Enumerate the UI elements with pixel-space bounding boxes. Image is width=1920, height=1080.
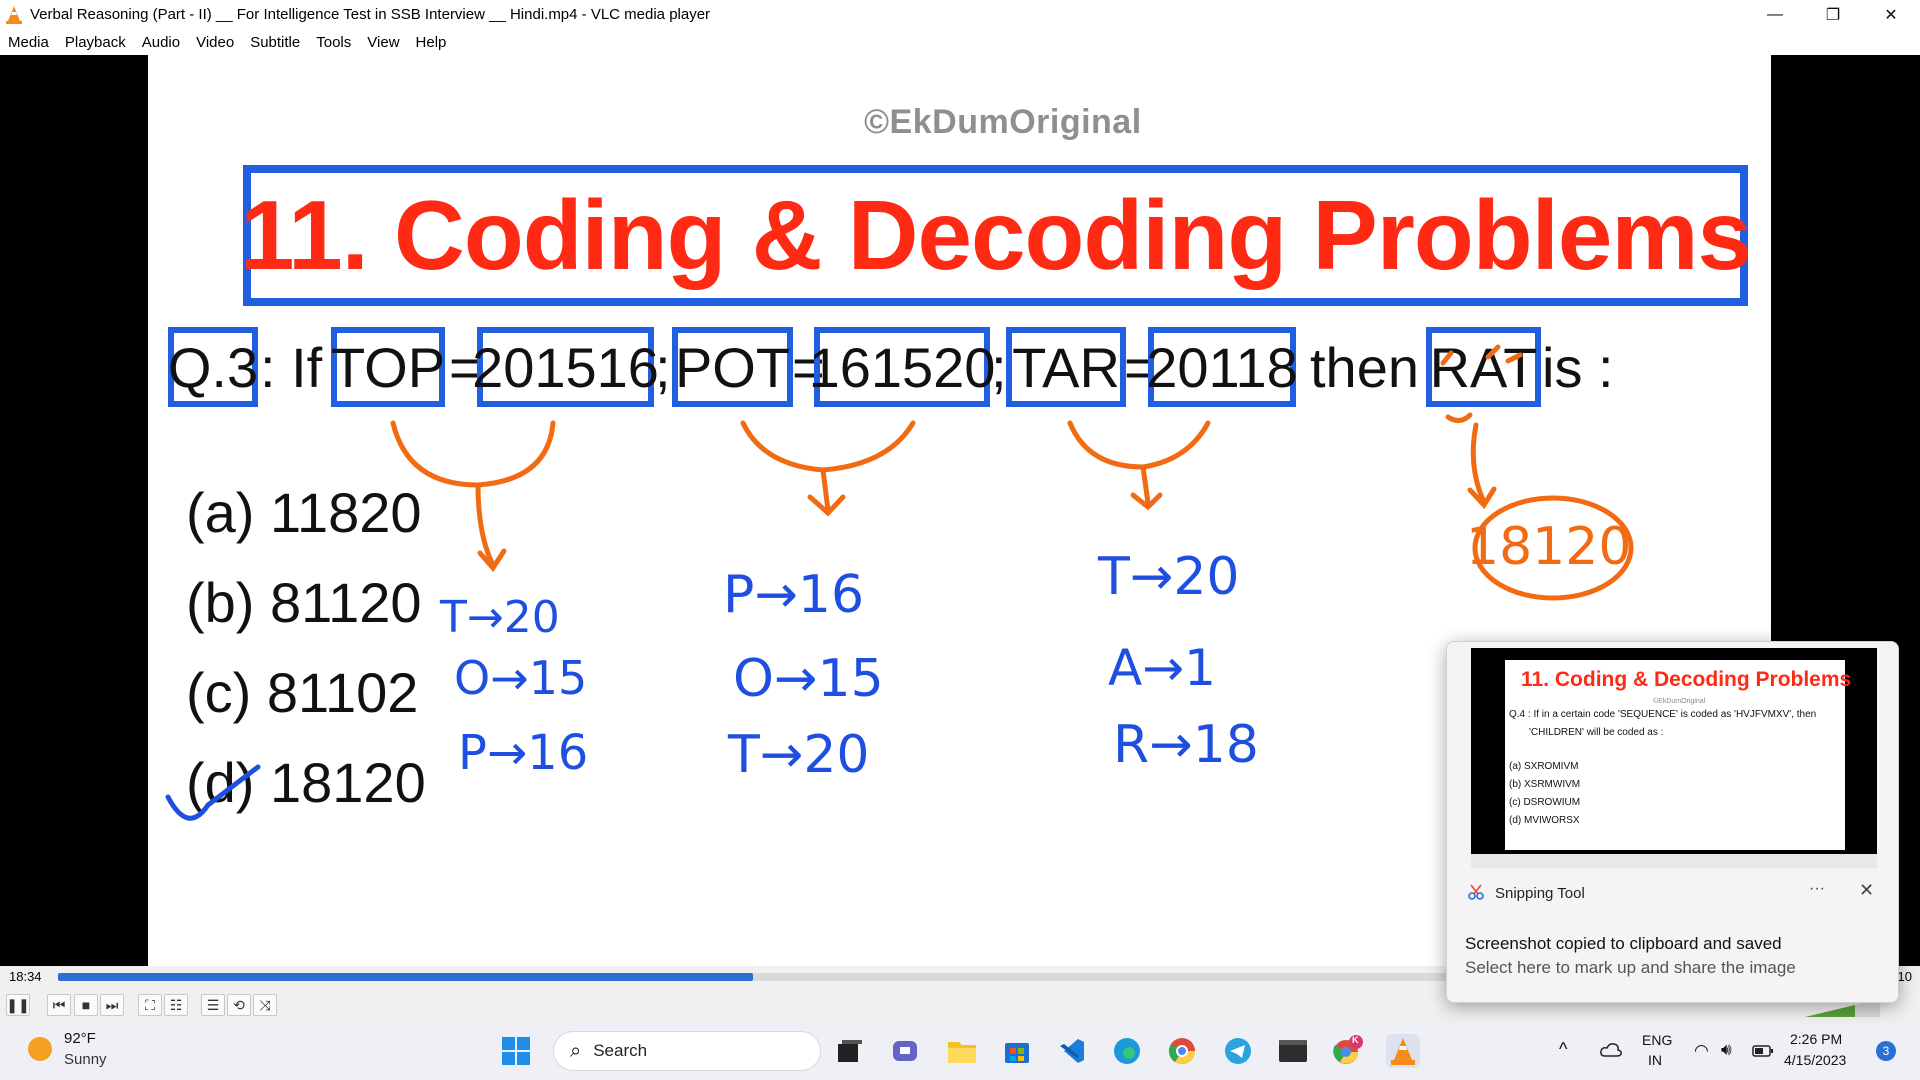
menu-video[interactable]: Video bbox=[188, 34, 242, 51]
windows-logo-icon bbox=[502, 1037, 530, 1065]
weather-condition[interactable]: Sunny bbox=[64, 1051, 107, 1068]
menu-tools[interactable]: Tools bbox=[308, 34, 359, 51]
file-explorer-icon[interactable] bbox=[945, 1034, 979, 1068]
tick-mark bbox=[165, 764, 261, 821]
menu-subtitle[interactable]: Subtitle bbox=[242, 34, 308, 51]
snipping-tool-notification[interactable]: 11. Coding & Decoding Problems ©EkDumOri… bbox=[1446, 641, 1899, 1003]
under-r bbox=[1445, 412, 1473, 423]
toast-app-name: Snipping Tool bbox=[1495, 885, 1585, 902]
accent-1 bbox=[1440, 350, 1454, 366]
thumbnail-question-line1: Q.4 : If in a certain code 'SEQUENCE' is… bbox=[1509, 709, 1817, 720]
search-icon: ⌕ bbox=[570, 1039, 582, 1062]
battery-icon[interactable] bbox=[1752, 1045, 1774, 1057]
menu-bar: Media Playback Audio Video Subtitle Tool… bbox=[0, 29, 1920, 55]
chrome-icon[interactable] bbox=[1165, 1034, 1199, 1068]
title-bar: Verbal Reasoning (Part - II) __ For Inte… bbox=[0, 0, 1920, 29]
clock-date[interactable]: 4/15/2023 bbox=[1784, 1052, 1846, 1068]
elapsed-time: 18:34 bbox=[9, 969, 42, 984]
thumbnail-watermark: ©EkDumOriginal bbox=[1653, 698, 1706, 705]
speaker-icon[interactable]: 🔊︎ bbox=[1721, 1040, 1732, 1060]
menu-media[interactable]: Media bbox=[0, 34, 57, 51]
fullscreen-icon[interactable]: ⛶ bbox=[138, 994, 162, 1016]
restore-button[interactable]: ❐ bbox=[1804, 0, 1862, 29]
edge-icon[interactable] bbox=[1110, 1034, 1144, 1068]
toast-close-icon[interactable]: ✕ bbox=[1859, 880, 1874, 901]
start-button[interactable] bbox=[499, 1034, 533, 1068]
menu-help[interactable]: Help bbox=[408, 34, 455, 51]
arrow-3-shaft bbox=[1140, 464, 1151, 506]
accent-2 bbox=[1485, 344, 1501, 360]
minimize-button[interactable]: — bbox=[1746, 0, 1804, 29]
notification-count-badge[interactable]: 3 bbox=[1876, 1041, 1896, 1061]
weather-sun-icon[interactable] bbox=[28, 1037, 52, 1061]
task-view-icon[interactable] bbox=[833, 1034, 867, 1068]
thumbnail-option-c: (c) DSROWIUM bbox=[1509, 797, 1581, 808]
thumbnail-taskbar bbox=[1471, 854, 1877, 868]
stop-icon[interactable]: ■ bbox=[74, 994, 98, 1016]
language-region[interactable]: IN bbox=[1648, 1052, 1662, 1068]
window-title: Verbal Reasoning (Part - II) __ For Inte… bbox=[30, 6, 711, 23]
wifi-icon[interactable]: ◠ bbox=[1694, 1041, 1709, 1061]
toast-heading: Screenshot copied to clipboard and saved bbox=[1465, 934, 1782, 953]
vlc-window: Verbal Reasoning (Part - II) __ For Inte… bbox=[0, 0, 1920, 1080]
arrow-4-shaft bbox=[1470, 422, 1486, 503]
accent-3 bbox=[1505, 352, 1523, 364]
terminal-icon[interactable] bbox=[1276, 1034, 1310, 1068]
vlc-taskbar-icon[interactable] bbox=[1386, 1034, 1420, 1068]
menu-playback[interactable]: Playback bbox=[57, 34, 134, 51]
show-hidden-icons[interactable]: ^ bbox=[1559, 1039, 1567, 1060]
clock-time[interactable]: 2:26 PM bbox=[1790, 1031, 1842, 1047]
brace-1 bbox=[390, 420, 556, 488]
loop-icon[interactable]: ⟲ bbox=[227, 994, 251, 1016]
snipping-tool-icon bbox=[1468, 884, 1484, 900]
menu-audio[interactable]: Audio bbox=[134, 34, 188, 51]
teams-chat-icon[interactable] bbox=[889, 1034, 923, 1068]
vlc-cone-icon bbox=[6, 5, 22, 24]
menu-view[interactable]: View bbox=[359, 34, 407, 51]
chrome-profile-icon[interactable]: K bbox=[1331, 1034, 1365, 1068]
brace-3 bbox=[1067, 420, 1211, 470]
answer-circle bbox=[1472, 495, 1634, 601]
pause-icon[interactable]: ❚❚ bbox=[6, 994, 30, 1016]
toast-body: Select here to mark up and share the ima… bbox=[1465, 958, 1796, 977]
arrow-2-shaft bbox=[820, 467, 831, 513]
taskbar-search[interactable]: ⌕ Search bbox=[553, 1031, 821, 1071]
previous-icon[interactable]: ⏮ bbox=[47, 994, 71, 1016]
thumbnail-option-a: (a) SXROMIVM bbox=[1509, 761, 1579, 772]
more-options-icon[interactable]: ··· bbox=[1809, 880, 1825, 898]
next-icon[interactable]: ⏭ bbox=[100, 994, 124, 1016]
screenshot-thumbnail[interactable]: 11. Coding & Decoding Problems ©EkDumOri… bbox=[1471, 648, 1877, 868]
thumbnail-heading: 11. Coding & Decoding Problems bbox=[1521, 668, 1852, 691]
microsoft-store-icon[interactable] bbox=[1000, 1034, 1034, 1068]
close-button[interactable]: ✕ bbox=[1862, 0, 1920, 29]
brace-2 bbox=[740, 420, 916, 473]
onedrive-icon[interactable] bbox=[1600, 1042, 1622, 1058]
seek-progress bbox=[58, 973, 754, 981]
total-time: 10 bbox=[1897, 969, 1912, 984]
thumbnail-question-line2: 'CHILDREN' will be coded as : bbox=[1529, 727, 1664, 738]
thumbnail-option-b: (b) XSRMWIVM bbox=[1509, 779, 1581, 790]
playlist-icon[interactable]: ☰ bbox=[201, 994, 225, 1016]
weather-temperature[interactable]: 92°F bbox=[64, 1030, 96, 1047]
chrome-profile-badge: K bbox=[1352, 1035, 1359, 1045]
vscode-icon[interactable] bbox=[1055, 1034, 1089, 1068]
search-label: Search bbox=[593, 1041, 648, 1060]
extended-settings-icon[interactable]: ☷ bbox=[164, 994, 188, 1016]
thumbnail-option-d: (d) MVIWORSX bbox=[1509, 815, 1580, 826]
shuffle-icon[interactable]: ⤨ bbox=[253, 994, 277, 1016]
thumbnail-slide: 11. Coding & Decoding Problems ©EkDumOri… bbox=[1505, 660, 1851, 850]
language-code[interactable]: ENG bbox=[1642, 1032, 1672, 1048]
telegram-icon[interactable] bbox=[1221, 1034, 1255, 1068]
windows-taskbar: 92°F Sunny ⌕ Search K ^ ENG IN ◠ 🔊︎ 2:26… bbox=[0, 1024, 1920, 1080]
